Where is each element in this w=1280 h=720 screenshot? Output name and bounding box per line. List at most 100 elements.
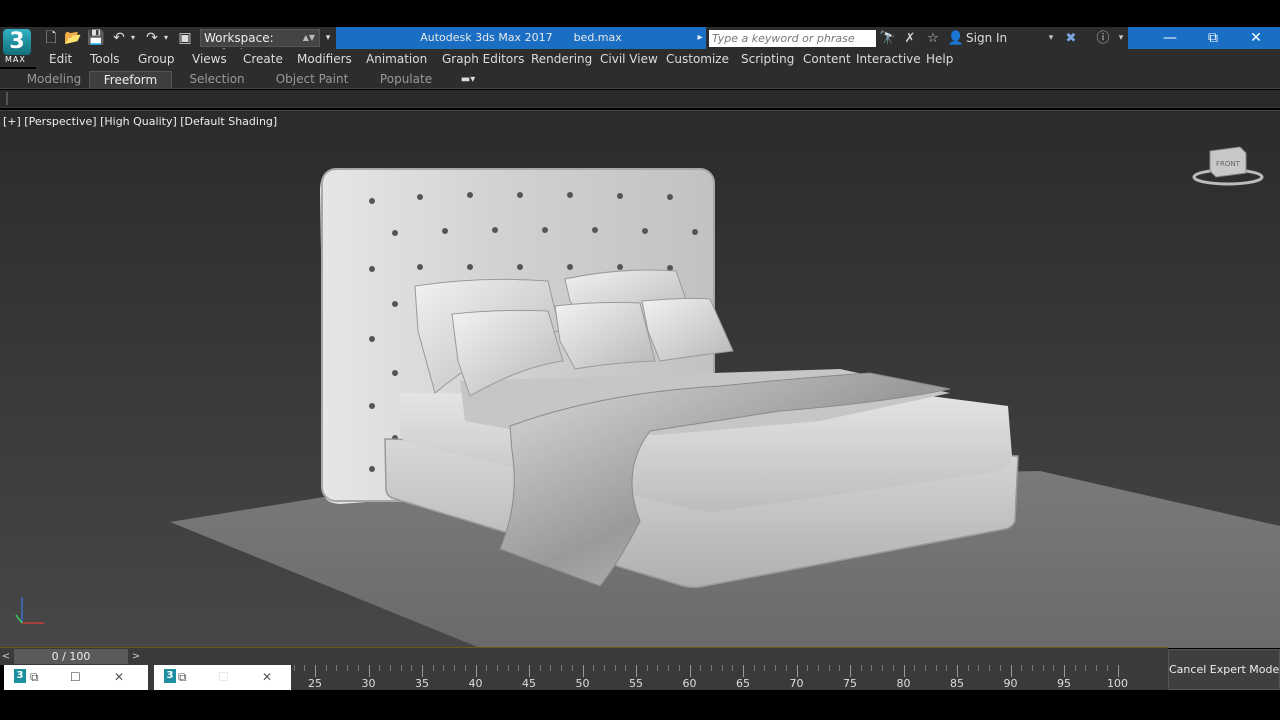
menu-help[interactable]: Help bbox=[926, 52, 953, 66]
menu-rendering[interactable]: Rendering bbox=[531, 52, 592, 66]
save-file-icon[interactable]: 💾 bbox=[87, 30, 105, 46]
tab-populate[interactable]: Populate bbox=[372, 71, 440, 88]
chevron-down-icon: ▲▼ bbox=[302, 33, 315, 42]
menu-content[interactable]: Content bbox=[803, 52, 851, 66]
menu-customize[interactable]: Customize bbox=[666, 52, 729, 66]
menu-views[interactable]: Views bbox=[192, 52, 227, 66]
timeline-tick-label: 65 bbox=[736, 677, 750, 690]
maximize-icon[interactable]: ☐ bbox=[218, 668, 229, 686]
timeline-tick bbox=[550, 665, 552, 671]
timeline-tick-label: 25 bbox=[308, 677, 322, 690]
timeline-tick bbox=[432, 665, 434, 671]
close-button[interactable]: ✕ bbox=[1236, 27, 1276, 49]
menu-scripting[interactable]: Scripting bbox=[741, 52, 794, 66]
menu-modifiers[interactable]: Modifiers bbox=[297, 52, 352, 66]
timeline-tick bbox=[539, 665, 541, 671]
title-expand-icon[interactable]: ▸ bbox=[694, 30, 706, 46]
help-icon[interactable]: ⓘ bbox=[1094, 30, 1112, 47]
menu-civil-view[interactable]: Civil View bbox=[600, 52, 658, 66]
svg-text:FRONT: FRONT bbox=[1216, 160, 1241, 168]
perspective-viewport[interactable]: FRONT bbox=[0, 110, 1280, 648]
communication-center-icon[interactable]: ✗ bbox=[901, 30, 919, 47]
project-folder-icon[interactable]: ▣ bbox=[176, 30, 194, 46]
timeline-tick bbox=[529, 665, 530, 677]
timeline-tick-label: 50 bbox=[575, 677, 590, 690]
timeline-tick bbox=[1117, 665, 1119, 677]
favorites-star-icon[interactable]: ☆ bbox=[924, 30, 942, 47]
ribbon-toggle-icon[interactable]: ▬▾ bbox=[454, 71, 482, 88]
max-app-icon: 3 bbox=[164, 669, 176, 683]
redo-dropdown-icon[interactable]: ▾ bbox=[161, 30, 171, 46]
drag-handle-icon[interactable] bbox=[6, 92, 8, 105]
maximize-icon[interactable]: ☐ bbox=[70, 668, 81, 686]
sign-in-dropdown-icon[interactable]: ▾ bbox=[1042, 30, 1060, 47]
timeline-tick bbox=[914, 665, 916, 671]
menu-tools[interactable]: Tools bbox=[90, 52, 120, 66]
timeline-tick bbox=[625, 665, 627, 671]
timeline-tick bbox=[571, 665, 573, 671]
track-bar[interactable]: 25 30 35 40 45 50 55 60 65 70 75 80 85 90 95 100 bbox=[140, 665, 1168, 690]
timeline-tick bbox=[700, 665, 702, 671]
max-logo-icon: 3 bbox=[3, 29, 31, 55]
previous-frame-button[interactable]: < bbox=[0, 649, 12, 664]
file-name: bed.max bbox=[573, 31, 622, 44]
tab-freeform[interactable]: Freeform bbox=[89, 71, 172, 88]
timeline-tick bbox=[411, 665, 413, 671]
undo-icon[interactable]: ↶ bbox=[110, 30, 128, 46]
timeline-tick bbox=[582, 665, 584, 677]
timeline-tick bbox=[1042, 665, 1044, 671]
menu-group[interactable]: Group bbox=[138, 52, 175, 66]
restore-icon[interactable]: ⧉ bbox=[30, 668, 39, 686]
menu-animation[interactable]: Animation bbox=[366, 52, 427, 66]
time-slider[interactable]: 0 / 100 bbox=[14, 649, 128, 664]
tab-modeling[interactable]: Modeling bbox=[18, 71, 90, 88]
menu-create[interactable]: Create bbox=[243, 52, 283, 66]
close-icon[interactable]: ✕ bbox=[114, 668, 124, 686]
timeline-tick bbox=[710, 665, 712, 671]
timeline-tick-label: 40 bbox=[468, 677, 483, 690]
timeline-tick bbox=[496, 665, 498, 671]
timeline-tick bbox=[475, 665, 477, 677]
ribbon-panel-strip bbox=[0, 90, 1280, 108]
menu-interactive[interactable]: Interactive bbox=[856, 52, 921, 66]
binoculars-search-icon[interactable]: 🔭 bbox=[879, 30, 897, 47]
tab-object-paint[interactable]: Object Paint bbox=[270, 71, 354, 88]
search-input[interactable]: Type a keyword or phrase bbox=[709, 30, 876, 47]
viewcube: FRONT bbox=[1192, 146, 1264, 186]
viewport-label[interactable]: [+] [Perspective] [High Quality] [Defaul… bbox=[3, 115, 277, 128]
minimize-button[interactable]: — bbox=[1150, 27, 1190, 49]
restore-button[interactable]: ⧉ bbox=[1193, 27, 1233, 49]
cancel-expert-mode-button[interactable]: Cancel Expert Mode bbox=[1168, 649, 1280, 690]
menu-edit[interactable]: Edit bbox=[49, 52, 72, 66]
application-menu-button[interactable]: 3 MAX bbox=[0, 27, 36, 67]
timeline-tick bbox=[999, 665, 1001, 671]
restore-icon[interactable]: ⧉ bbox=[178, 668, 187, 686]
new-file-icon[interactable]: 🗋 bbox=[42, 30, 60, 46]
timeline-tick-label: 90 bbox=[1003, 677, 1018, 690]
exchange-apps-icon[interactable]: ✖ bbox=[1062, 30, 1080, 47]
quick-access-menu-icon[interactable]: ▾ bbox=[322, 30, 334, 46]
taskbar-window-2[interactable]: 3 ⧉ ☐ ✕ bbox=[154, 665, 291, 690]
workspace-selector[interactable]: Workspace: Default ▲▼ bbox=[200, 29, 320, 61]
redo-icon[interactable]: ↷ bbox=[143, 30, 161, 46]
open-file-icon[interactable]: 📂 bbox=[64, 30, 82, 46]
sign-in-button[interactable]: Sign In bbox=[966, 30, 1007, 47]
tab-selection[interactable]: Selection bbox=[180, 71, 254, 88]
timeline-tick bbox=[957, 665, 958, 677]
taskbar-window-1[interactable]: 3 ⧉ ☐ ✕ bbox=[4, 665, 148, 690]
window-title-bar: Autodesk 3ds Max 2017 bed.max bbox=[336, 27, 706, 49]
timeline-tick bbox=[561, 665, 563, 671]
timeline-tick bbox=[807, 665, 809, 671]
timeline-tick bbox=[850, 665, 851, 677]
timeline-tick bbox=[1106, 665, 1108, 671]
next-frame-button[interactable]: > bbox=[130, 649, 142, 664]
menu-graph-editors[interactable]: Graph Editors bbox=[442, 52, 524, 66]
timeline-tick bbox=[518, 665, 520, 671]
timeline-tick-label: 35 bbox=[415, 677, 429, 690]
close-icon[interactable]: ✕ bbox=[262, 668, 272, 686]
timeline-tick bbox=[1021, 665, 1023, 671]
undo-dropdown-icon[interactable]: ▾ bbox=[128, 30, 138, 46]
timeline-tick bbox=[668, 665, 670, 671]
timeline-tick bbox=[903, 665, 905, 677]
timeline-tick bbox=[1096, 665, 1098, 671]
